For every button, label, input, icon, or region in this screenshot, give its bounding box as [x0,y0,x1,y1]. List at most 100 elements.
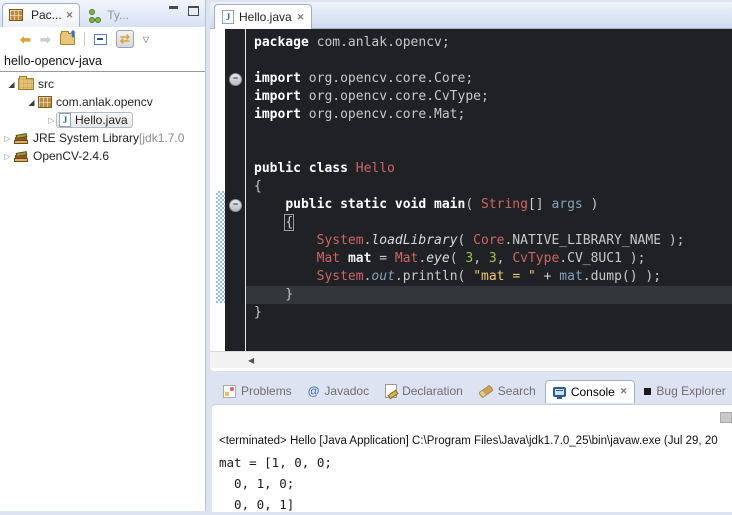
tab-hello-java[interactable]: J Hello.java ✕ [214,4,312,29]
selected-item-highlight: JHello.java [56,112,133,128]
code-token: Hello [356,161,395,176]
code-token: .NATIVE_LIBRARY_NAME ); [504,233,684,248]
expanded-arrow-icon[interactable]: ◢ [26,98,37,107]
maximize-icon[interactable] [188,6,199,16]
code-token [254,215,285,230]
collapsed-arrow-icon[interactable]: ▷ [2,152,13,161]
code-line: } [246,304,732,322]
tab-console[interactable]: Console ✕ [545,380,636,403]
code-line: } [246,286,732,304]
code-token: String [481,197,528,212]
tab-label: Bug Explorer [656,384,725,398]
code-token: ) [583,197,599,212]
folding-gutter[interactable]: −− [225,29,245,351]
editor-content: −− package com.anlak.opencv;import org.o… [210,29,732,351]
tab-problems[interactable]: Problems [216,380,299,402]
tree-item-label: OpenCV-2.4.6 [33,149,109,163]
code-token: import [254,71,301,86]
console-line: mat = [1, 0, 0; [219,452,332,473]
tree-item-hello-java[interactable]: ▷JHello.java [0,111,205,129]
tab-type-hierarchy[interactable]: Ty... [82,3,136,27]
bottom-view-tabbar: Problems@JavadocDeclarationSearchConsole… [212,378,732,404]
tab-search[interactable]: Search [472,380,543,402]
code-token: import [254,107,301,122]
code-token: Mat [317,251,340,266]
code-token: package [254,35,309,50]
code-token: org.opencv.core.Core; [301,71,473,86]
tree-item-src[interactable]: ◢ src [0,75,205,93]
view-menu-icon[interactable]: ▽ [143,35,149,44]
tree-item-opencv-2-4-6[interactable]: ▷ OpenCV-2.4.6 [0,147,205,165]
collapsed-arrow-icon[interactable]: ▷ [2,134,13,143]
tree-item-com-anlak-opencv[interactable]: ◢ com.anlak.opencv [0,93,205,111]
back-icon[interactable]: ⬅ [20,33,31,46]
editor-horizontal-scrollbar[interactable]: ◀ [210,351,732,368]
tree-item-jre-system-library[interactable]: ▷JRE System Library [jdk1.7.0 [0,129,205,147]
code-token: .CV_8UC1 ); [559,251,645,266]
code-token: args [551,197,582,212]
code-line: import org.opencv.core.Core; [246,70,732,88]
editor-range-column [216,29,225,351]
code-line: System.loadLibrary( Core.NATIVE_LIBRARY_… [246,232,732,250]
minimize-icon[interactable] [169,6,178,16]
expanded-arrow-icon[interactable]: ◢ [6,80,17,89]
code-token [254,233,317,248]
code-token: import [254,89,301,104]
code-token: .println( [395,269,473,284]
console-toolbar-button[interactable] [720,412,732,423]
fold-collapse-icon[interactable]: − [229,199,242,212]
code-line: public class Hello [246,160,732,178]
tab-javadoc[interactable]: @Javadoc [301,380,376,402]
code-token: + [536,269,559,284]
editor-area: J Hello.java ✕ −− package com.anlak.open… [210,2,732,371]
code-token: CvType [512,251,559,266]
tab-bug-explorer[interactable]: Bug Explorer [637,380,732,402]
code-token: public static void main [285,197,465,212]
console-icon [553,387,566,397]
library-icon [14,150,29,162]
code-token: Core [473,233,504,248]
package-icon [38,96,52,108]
code-token: = [371,251,394,266]
declaration-icon [385,384,397,398]
scroll-left-icon[interactable]: ◀ [248,356,254,365]
code-token: public class [254,161,356,176]
tree-item-label: src [38,77,54,91]
code-line: package com.anlak.opencv; [246,34,732,52]
collapse-all-icon[interactable] [94,34,107,45]
close-icon[interactable]: ✕ [66,10,74,21]
project-tree[interactable]: ◢src◢com.anlak.opencv▷JHello.java▷JRE Sy… [0,72,205,165]
java-file-icon: J [59,113,71,127]
code-line [246,52,732,70]
close-icon[interactable]: ✕ [297,12,305,23]
tree-item-label: com.anlak.opencv [56,95,153,109]
tab-package-explorer[interactable]: Pac... ✕ [2,3,80,27]
code-token: org.opencv.core.Mat; [301,107,465,122]
code-token: , [473,251,489,266]
method-range-indicator [216,191,225,303]
code-token: mat [348,251,371,266]
code-editor[interactable]: package com.anlak.opencv; import org.open… [246,29,732,351]
up-folder-icon[interactable]: ⬆ [60,33,75,45]
code-token: , [497,251,513,266]
code-line: public static void main( String[] args ) [246,196,732,214]
project-label[interactable]: hello-opencv-java [0,51,205,72]
package-explorer-view: Pac... ✕ Ty... ⬅ ➡ ⬆ ⇄ ▽ hello-opencv-ja… [0,0,206,511]
square-icon [644,388,651,395]
link-with-editor-icon[interactable]: ⇄ [116,30,134,48]
code-token: ( [465,197,481,212]
code-token: } [254,287,293,302]
close-icon[interactable]: ✕ [620,386,628,397]
fold-collapse-icon[interactable]: − [229,73,242,86]
console-output[interactable]: mat = [1, 0, 0; 0, 1, 0; 0, 0, 1] [219,452,332,515]
forward-icon[interactable]: ➡ [40,33,51,46]
code-token: ( [458,233,474,248]
tree-item-decoration: [jdk1.7.0 [139,131,184,145]
tab-label: Console [571,385,615,399]
code-token: Mat [395,251,418,266]
package-explorer-icon [9,9,23,21]
tab-declaration[interactable]: Declaration [378,380,470,402]
source-folder-icon [18,78,34,90]
code-token: [] [528,197,551,212]
search-icon [478,384,493,398]
